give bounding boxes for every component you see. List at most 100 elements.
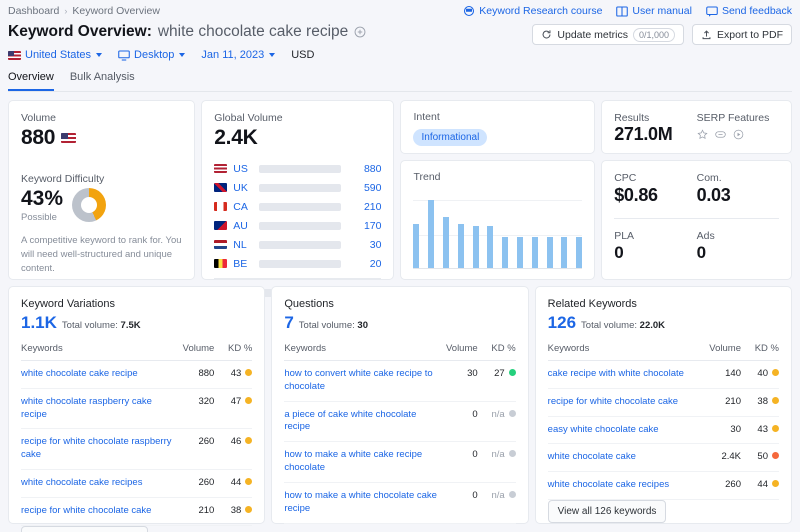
table-row: how to make white chocolate cake recipe … <box>284 523 516 532</box>
breadcrumb-dashboard[interactable]: Dashboard <box>8 5 59 17</box>
device-filter[interactable]: Desktop <box>118 49 186 61</box>
keyword-link[interactable]: a piece of cake white chocolate recipe <box>284 409 437 435</box>
pla-value: 0 <box>614 243 624 262</box>
intent-badge: Informational <box>413 129 488 146</box>
country-code[interactable]: UK <box>233 182 253 194</box>
volume-bar <box>259 259 342 268</box>
column-header-volume[interactable]: Volume <box>437 343 478 361</box>
kd-cell: 43 <box>740 416 779 445</box>
star-icon[interactable] <box>697 129 708 140</box>
volume-bar <box>259 164 342 173</box>
kd-dot <box>771 452 779 460</box>
volume-cell: 210 <box>700 388 741 417</box>
keyword-table: Keywords Volume KD % cake recipe with white… <box>547 343 779 501</box>
link-icon[interactable] <box>714 129 726 140</box>
user-manual-link[interactable]: User manual <box>616 5 692 17</box>
kd-cell: n/a <box>477 523 516 532</box>
table-count[interactable]: 7 <box>284 313 293 333</box>
kd-cell: 38 <box>740 388 779 417</box>
intent-card: Intent Informational <box>400 100 596 154</box>
date-filter[interactable]: Jan 11, 2023 <box>201 49 276 61</box>
country-code[interactable]: NL <box>233 239 253 251</box>
table-row: recipe for white chocolate cake 210 38 <box>21 497 253 526</box>
global-volume-row: BE 20 <box>214 254 381 273</box>
keyword-research-course-link[interactable]: Keyword Research course <box>463 5 602 17</box>
keyword-link[interactable]: white chocolate cake recipes <box>548 479 669 492</box>
view-all-button[interactable]: View all 126 keywords <box>547 500 667 524</box>
keyword-link[interactable]: white chocolate raspberry cake recipe <box>21 396 174 422</box>
kd-dot <box>771 480 779 488</box>
keyword-link[interactable]: white chocolate cake <box>548 451 636 464</box>
kd-cell: 47 <box>214 388 253 430</box>
global-volume-row: CA 210 <box>214 197 381 216</box>
column-header-keywords[interactable]: Keywords <box>21 343 175 361</box>
keyword-link[interactable]: recipe for white chocolate cake <box>548 396 678 409</box>
country-code[interactable]: BE <box>233 258 253 270</box>
volume-bar <box>259 240 342 249</box>
uk-flag-icon <box>214 183 228 192</box>
keyword-link[interactable]: recipe for white chocolate raspberry cak… <box>21 436 174 462</box>
send-feedback-link[interactable]: Send feedback <box>706 5 792 17</box>
kd-dot <box>508 450 516 458</box>
keyword-link[interactable]: how to make a white chocolate cake recip… <box>284 490 437 516</box>
column-header-keywords[interactable]: Keywords <box>547 343 701 361</box>
video-icon[interactable] <box>733 129 744 140</box>
country-code[interactable]: CA <box>233 201 253 213</box>
keyword-difficulty-text: 43% Possible <box>21 187 63 223</box>
column-header-keywords[interactable]: Keywords <box>284 343 438 361</box>
keyword-link[interactable]: how to convert white cake recipe to choc… <box>284 368 437 394</box>
tab-overview[interactable]: Overview <box>8 71 54 91</box>
column-header-volume[interactable]: Volume <box>174 343 215 361</box>
keyword-link[interactable]: white chocolate cake recipes <box>21 477 142 490</box>
table-count[interactable]: 1.1K <box>21 313 57 333</box>
ads-block: Ads 0 <box>697 230 779 263</box>
serp-features-label: SERP Features <box>696 112 770 124</box>
results-block: Results 271.0M <box>614 112 696 144</box>
keyword-link[interactable]: cake recipe with white chocolate <box>548 368 684 381</box>
table-summary: 1.1K Total volume: 7.5K <box>21 313 252 333</box>
volume-bar <box>259 221 342 230</box>
kd-cell: 38 <box>214 497 253 526</box>
tab-bulk-analysis[interactable]: Bulk Analysis <box>70 71 135 91</box>
keyword-link[interactable]: recipe for white chocolate cake <box>21 505 151 518</box>
table-row: white chocolate cake recipes 260 44 <box>21 469 253 498</box>
keyword-link[interactable]: easy white chocolate cake <box>548 424 659 437</box>
table-title: Questions <box>284 298 334 310</box>
volume-cell: 260 <box>700 471 741 501</box>
kd-dot <box>508 369 516 376</box>
table-count[interactable]: 126 <box>548 313 576 333</box>
trend-bar <box>487 225 494 269</box>
table-summary: 126 Total volume: 22.0K <box>548 313 779 333</box>
column-header-kd[interactable]: KD % <box>214 343 253 361</box>
view-all-button[interactable]: View all 1,104 keywords <box>21 525 149 532</box>
kd-dot <box>245 369 253 376</box>
keyword-link[interactable]: how to make a white cake recipe chocolat… <box>284 449 437 475</box>
top-links: Keyword Research course User manual Send… <box>463 5 792 17</box>
volume-label: Volume <box>21 112 57 124</box>
breadcrumb-current: Keyword Overview <box>72 5 160 17</box>
results-value: 271.0M <box>614 124 673 144</box>
country-code[interactable]: US <box>233 163 253 175</box>
cpc-block: CPC $0.86 <box>614 172 696 206</box>
column-header-kd[interactable]: KD % <box>477 343 516 361</box>
volume-cell: 260 <box>174 469 215 498</box>
export-pdf-label: Export to PDF <box>717 28 783 41</box>
cpc-card: CPC $0.86 Com. 0.03 PLA 0 Ads 0 <box>601 160 793 280</box>
export-pdf-button[interactable]: Export to PDF <box>692 24 792 45</box>
kd-dot <box>771 369 779 376</box>
volume-cell: 2.4K <box>700 443 741 473</box>
country-code[interactable]: AU <box>233 220 253 232</box>
column-header-kd[interactable]: KD % <box>740 343 779 361</box>
plus-circle-icon[interactable] <box>354 26 366 38</box>
keyword-link[interactable]: white chocolate cake recipe <box>21 368 138 381</box>
kd-cell: 44 <box>214 469 253 498</box>
update-metrics-button[interactable]: Update metrics 0/1,000 <box>532 24 685 45</box>
update-metrics-label: Update metrics <box>557 28 629 41</box>
kd-dot <box>245 478 253 486</box>
country-filter[interactable]: United States <box>8 49 103 61</box>
serp-features-icons <box>697 129 779 140</box>
keyword-difficulty-value: 43% <box>21 187 64 210</box>
ads-value: 0 <box>696 243 707 262</box>
volume-cell: 30 <box>437 360 478 402</box>
column-header-volume[interactable]: Volume <box>700 343 741 361</box>
